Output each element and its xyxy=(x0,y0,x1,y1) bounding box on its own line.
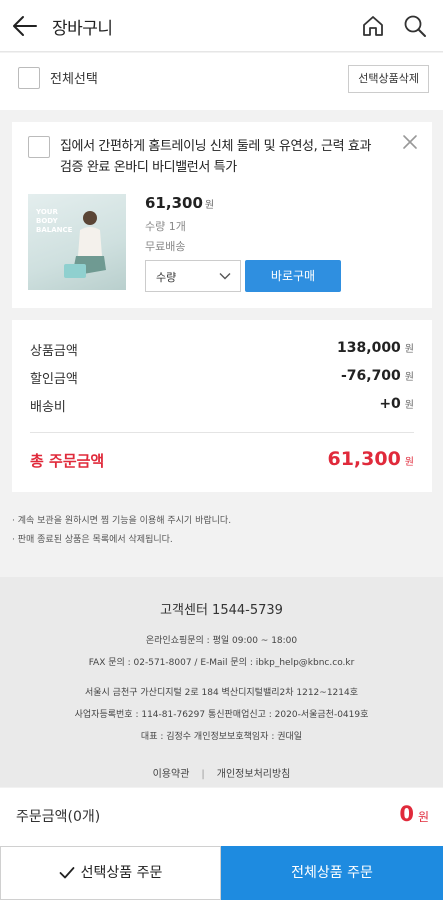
order-all-button[interactable]: 전체상품 주문 xyxy=(221,846,443,900)
back-arrow-icon xyxy=(13,16,37,36)
summary-row-discount: 할인금액 -76,700 원 xyxy=(30,368,414,387)
footer-info-line: 서울시 금천구 가산디지털 2로 184 벽산디지털밸리2차 1212~1214… xyxy=(84,688,359,698)
footer-info-line: 온라인쇼핑문의 : 평일 09:00 ~ 18:00 xyxy=(145,636,298,646)
bottom-action-bar: 선택상품 주문 전체상품 주문 xyxy=(0,846,443,900)
home-icon xyxy=(363,16,383,36)
back-button[interactable] xyxy=(10,12,40,40)
product-photo-figure xyxy=(64,211,106,278)
summary-row-product-amount: 상품금액 138,000 원 xyxy=(30,340,414,359)
select-bar: 전체선택 선택상품삭제 xyxy=(0,53,443,110)
shipping-info: 무료배송 xyxy=(145,240,186,253)
search-button[interactable] xyxy=(401,12,429,40)
item-checkbox[interactable] xyxy=(28,136,50,158)
item-price: 61,300 원 xyxy=(145,194,215,212)
remove-item-button[interactable] xyxy=(400,132,420,152)
note-item: · 판매 종료된 상품은 목록에서 삭제됩니다. xyxy=(12,535,173,545)
footer-info-line: 사업자등록번호 : 114-81-76297 통신판매업신고 : 2020-서울… xyxy=(74,710,369,720)
buy-now-button[interactable]: 바로구매 xyxy=(245,260,341,292)
product-name[interactable]: 집에서 간편하게 홈트레이닝 신체 둘레 및 유연성, 근력 효과 검증 완료 … xyxy=(60,136,380,178)
footer-links: 이용약관 | 개인정보처리방침 xyxy=(0,765,443,780)
select-all-label[interactable]: 전체선택 xyxy=(50,68,98,87)
home-button[interactable] xyxy=(359,12,387,40)
summary-divider xyxy=(30,432,414,433)
privacy-policy-link[interactable]: 개인정보처리방침 xyxy=(217,769,291,780)
item-quantity: 수량 1개 xyxy=(145,220,186,233)
site-footer: 고객센터 1544-5739 온라인쇼핑문의 : 평일 09:00 ~ 18:0… xyxy=(0,577,443,787)
chevron-down-icon xyxy=(219,273,231,280)
cart-item-card: 집에서 간편하게 홈트레이닝 신체 둘레 및 유연성, 근력 효과 검증 완료 … xyxy=(12,122,432,308)
order-selected-button[interactable]: 선택상품 주문 xyxy=(0,846,221,900)
check-icon xyxy=(59,867,75,879)
customer-center-title: 고객센터 1544-5739 xyxy=(160,603,283,618)
order-amount-value: 0원 xyxy=(399,802,429,826)
footer-separator: | xyxy=(201,769,205,780)
cart-notes: · 계속 보관을 원하시면 찜 기능을 이용해 주시기 바랍니다. · 판매 종… xyxy=(12,512,432,550)
order-total-bar: 주문금액(0개) 0원 xyxy=(0,788,443,846)
app-header: 장바구니 xyxy=(0,0,443,52)
product-thumbnail[interactable]: YOUR BODY BALANCE xyxy=(28,194,126,290)
delete-selected-button[interactable]: 선택상품삭제 xyxy=(348,65,429,93)
quantity-select-label: 수량 xyxy=(156,271,177,284)
order-selected-label: 선택상품 주문 xyxy=(80,865,163,881)
footer-info-line: FAX 문의 : 02-571-8007 / E-Mail 문의 : ibkp_… xyxy=(88,658,355,668)
terms-link[interactable]: 이용약관 xyxy=(153,769,190,780)
order-amount-label: 주문금액(0개) xyxy=(16,809,101,825)
select-all-checkbox[interactable] xyxy=(18,67,40,89)
close-icon xyxy=(403,135,417,149)
total-order-label: 총 주문금액 xyxy=(30,452,105,470)
footer-info-line: 대표 : 김정수 개인정보보호책임자 : 권대일 xyxy=(140,732,303,742)
note-item: · 계속 보관을 원하시면 찜 기능을 이용해 주시기 바랍니다. xyxy=(12,516,232,526)
quantity-select[interactable]: 수량 xyxy=(145,260,241,292)
page-title: 장바구니 xyxy=(52,19,113,39)
order-summary: 상품금액 138,000 원 할인금액 -76,700 원 배송비 +0 원 총 주문… xyxy=(12,320,432,492)
total-order-amount: 61,300 원 xyxy=(327,448,414,470)
summary-row-shipping: 배송비 +0 원 xyxy=(30,396,414,415)
search-icon xyxy=(404,15,426,37)
